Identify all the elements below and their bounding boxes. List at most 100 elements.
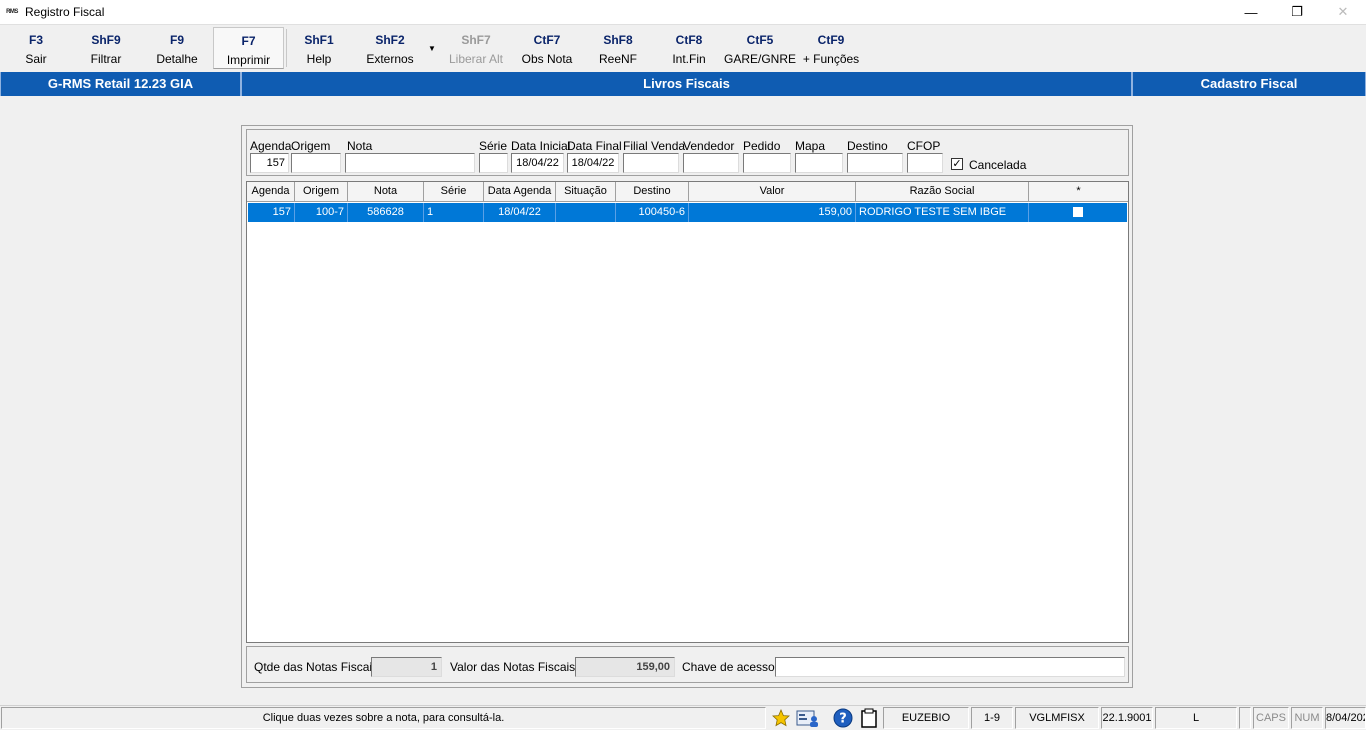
cell-destino: 100450-6 bbox=[616, 203, 689, 222]
toolbar-mais-funcoes-button[interactable]: CtF9 + Funções bbox=[800, 27, 862, 69]
toolbar-help-button[interactable]: ShF1 Help bbox=[290, 27, 348, 69]
clipboard-icon[interactable] bbox=[858, 708, 880, 728]
cancelada-checkbox[interactable]: ✓ bbox=[951, 158, 963, 170]
cell-valor: 159,00 bbox=[689, 203, 856, 222]
cell-serie: 1 bbox=[424, 203, 484, 222]
toolbar-key: CtF8 bbox=[675, 33, 703, 47]
status-user: EUZEBIO bbox=[883, 707, 969, 729]
profile-card-icon[interactable] bbox=[794, 708, 822, 728]
column-header-data-agenda[interactable]: Data Agenda bbox=[484, 182, 556, 201]
vendedor-input[interactable] bbox=[683, 153, 739, 173]
toolbar-label: Filtrar bbox=[90, 52, 122, 66]
help-icon[interactable]: ? bbox=[832, 708, 854, 728]
restore-button[interactable]: ❐ bbox=[1274, 0, 1320, 24]
header-system-name: G-RMS Retail 12.23 GIA bbox=[0, 72, 241, 96]
toolbar-label: Imprimir bbox=[226, 53, 271, 67]
chave-acesso-label: Chave de acesso: bbox=[682, 660, 779, 674]
mapa-input[interactable] bbox=[795, 153, 843, 173]
status-message: Clique duas vezes sobre a nota, para con… bbox=[1, 707, 766, 729]
row-select-checkbox[interactable] bbox=[1073, 207, 1083, 217]
valor-notas-field: 159,00 bbox=[575, 657, 675, 677]
nota-label: Nota bbox=[347, 139, 373, 153]
status-mode: L bbox=[1155, 707, 1237, 729]
column-header-serie[interactable]: Série bbox=[424, 182, 484, 201]
toolbar-key: CtF7 bbox=[533, 33, 561, 47]
toolbar-gare-gnre-button[interactable]: CtF5 GARE/GNRE bbox=[724, 27, 796, 69]
qtde-notas-field: 1 bbox=[371, 657, 442, 677]
toolbar-int-fin-button[interactable]: CtF8 Int.Fin bbox=[658, 27, 720, 69]
toolbar-detalhe-button[interactable]: F9 Detalhe bbox=[146, 27, 208, 69]
destino-input[interactable] bbox=[847, 153, 903, 173]
title-bar: RMS Registro Fiscal — ❐ ✕ bbox=[0, 0, 1366, 24]
toolbar-key: F7 bbox=[241, 34, 256, 48]
toolbar: F3 Sair ShF9 Filtrar F9 Detalhe F7 Impri… bbox=[0, 24, 1366, 70]
serie-label: Série bbox=[479, 139, 508, 153]
notas-grid[interactable]: Agenda Origem Nota Série Data Agenda Sit… bbox=[246, 181, 1129, 643]
toolbar-label: + Funções bbox=[802, 52, 860, 66]
pedido-input[interactable] bbox=[743, 153, 791, 173]
chave-acesso-input[interactable] bbox=[775, 657, 1125, 677]
mapa-label: Mapa bbox=[795, 139, 826, 153]
toolbar-externos-button[interactable]: ShF2 Externos bbox=[356, 27, 424, 69]
cell-agenda: 157 bbox=[248, 203, 295, 222]
totals-panel: Qtde das Notas Fiscais: 1 Valor das Nota… bbox=[246, 646, 1129, 683]
toolbar-label: Liberar Alt bbox=[448, 52, 504, 66]
toolbar-label: Help bbox=[306, 52, 332, 66]
toolbar-key: ShF8 bbox=[603, 33, 633, 47]
toolbar-sair-button[interactable]: F3 Sair bbox=[6, 27, 66, 69]
toolbar-label: Int.Fin bbox=[672, 52, 706, 66]
table-row[interactable]: 157 100-7 586628 1 18/04/22 100450-6 159… bbox=[248, 203, 1127, 222]
column-header-razao-social[interactable]: Razão Social bbox=[856, 182, 1029, 201]
module-header: G-RMS Retail 12.23 GIA Livros Fiscais Ca… bbox=[0, 72, 1366, 96]
window-controls: — ❐ ✕ bbox=[1228, 0, 1366, 24]
toolbar-key: CtF9 bbox=[817, 33, 845, 47]
toolbar-key: ShF1 bbox=[304, 33, 334, 47]
column-header-nota[interactable]: Nota bbox=[348, 182, 424, 201]
filial-venda-input[interactable] bbox=[623, 153, 679, 173]
svg-text:?: ? bbox=[839, 712, 847, 727]
status-version: 22.1.9001 bbox=[1101, 707, 1153, 729]
column-header-origem[interactable]: Origem bbox=[295, 182, 348, 201]
column-header-agenda[interactable]: Agenda bbox=[247, 182, 295, 201]
data-inicial-input[interactable]: 18/04/22 bbox=[511, 153, 564, 173]
toolbar-obs-nota-button[interactable]: CtF7 Obs Nota bbox=[516, 27, 578, 69]
pedido-label: Pedido bbox=[743, 139, 781, 153]
cancelada-label: Cancelada bbox=[969, 158, 1027, 172]
cell-nota: 586628 bbox=[348, 203, 424, 222]
toolbar-reenf-button[interactable]: ShF8 ReeNF bbox=[588, 27, 648, 69]
toolbar-key: ShF2 bbox=[375, 33, 405, 47]
toolbar-label: Sair bbox=[25, 52, 47, 66]
toolbar-filtrar-button[interactable]: ShF9 Filtrar bbox=[76, 27, 136, 69]
dropdown-arrow-icon[interactable]: ▼ bbox=[428, 44, 436, 53]
serie-input[interactable] bbox=[479, 153, 508, 173]
data-final-input[interactable]: 18/04/22 bbox=[567, 153, 619, 173]
toolbar-key: ShF7 bbox=[461, 33, 491, 47]
toolbar-imprimir-button[interactable]: F7 Imprimir bbox=[213, 27, 284, 69]
toolbar-label: Detalhe bbox=[156, 52, 198, 66]
origem-label: Origem bbox=[291, 139, 331, 153]
status-caps: CAPS bbox=[1253, 707, 1289, 729]
toolbar-key: ShF9 bbox=[91, 33, 121, 47]
agenda-input[interactable]: 157 bbox=[250, 153, 289, 173]
main-panel: Agenda Origem Nota Série Data Inicial Da… bbox=[241, 125, 1133, 688]
star-icon[interactable] bbox=[770, 708, 792, 728]
column-header-destino[interactable]: Destino bbox=[616, 182, 689, 201]
vendedor-label: Vendedor bbox=[683, 139, 735, 153]
toolbar-liberar-alt-button[interactable]: ShF7 Liberar Alt bbox=[442, 27, 510, 69]
status-date: 8/04/202 bbox=[1325, 707, 1366, 729]
cell-origem: 100-7 bbox=[295, 203, 348, 222]
filial-venda-label: Filial Venda bbox=[623, 139, 686, 153]
minimize-button[interactable]: — bbox=[1228, 0, 1274, 24]
data-inicial-label: Data Inicial bbox=[511, 139, 571, 153]
app-logo-icon: RMS bbox=[3, 7, 21, 17]
nota-input[interactable] bbox=[345, 153, 475, 173]
filter-panel: Agenda Origem Nota Série Data Inicial Da… bbox=[246, 129, 1129, 176]
column-header-situacao[interactable]: Situação bbox=[556, 182, 616, 201]
column-header-select[interactable]: * bbox=[1029, 182, 1128, 201]
column-header-valor[interactable]: Valor bbox=[689, 182, 856, 201]
origem-input[interactable] bbox=[291, 153, 341, 173]
data-final-label: Data Final bbox=[567, 139, 622, 153]
close-button[interactable]: ✕ bbox=[1320, 0, 1366, 24]
header-module-name: Livros Fiscais bbox=[241, 72, 1132, 96]
cfop-input[interactable] bbox=[907, 153, 943, 173]
